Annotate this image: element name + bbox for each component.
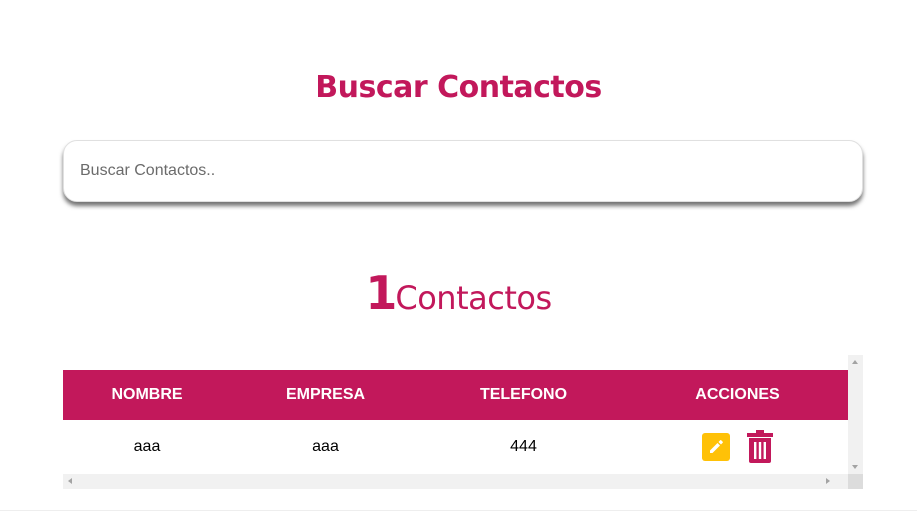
contacts-count: 1 <box>365 266 397 320</box>
column-header-empresa: EMPRESA <box>285 386 366 403</box>
trash-icon <box>746 430 773 463</box>
contacts-count-heading: 1Contactos <box>0 264 917 327</box>
scrollbar-corner <box>848 474 863 489</box>
contacts-count-label: Contactos <box>395 279 552 317</box>
page: Buscar Contactos 1Contactos NOMBRE EMPRE… <box>0 0 917 512</box>
horizontal-scrollbar[interactable] <box>63 474 848 489</box>
search-input[interactable] <box>64 141 862 201</box>
table-header-row: NOMBRE EMPRESA TELEFONO ACCIONES <box>63 370 848 420</box>
cell-acciones <box>627 420 848 474</box>
scroll-up-icon[interactable] <box>852 360 858 364</box>
search-box[interactable] <box>63 140 863 202</box>
page-title: Buscar Contactos <box>315 70 602 105</box>
delete-button[interactable] <box>746 430 774 464</box>
divider <box>0 510 917 511</box>
contacts-table-container: NOMBRE EMPRESA TELEFONO ACCIONES aaa aaa… <box>63 355 863 489</box>
cell-empresa: aaa <box>312 438 339 455</box>
scroll-down-icon[interactable] <box>852 465 858 469</box>
edit-button[interactable] <box>701 433 730 461</box>
row-actions <box>701 430 774 464</box>
table-row: aaa aaa 444 <box>63 420 848 474</box>
cell-telefono: 444 <box>510 438 537 455</box>
contacts-table: NOMBRE EMPRESA TELEFONO ACCIONES aaa aaa… <box>63 370 848 474</box>
column-header-telefono: TELEFONO <box>479 386 568 403</box>
scroll-right-icon[interactable] <box>826 478 830 484</box>
cell-nombre: aaa <box>133 438 161 455</box>
vertical-scrollbar[interactable] <box>848 355 863 474</box>
table-viewport: NOMBRE EMPRESA TELEFONO ACCIONES aaa aaa… <box>63 355 848 474</box>
column-header-nombre: NOMBRE <box>111 386 183 403</box>
pencil-icon <box>709 440 723 453</box>
scroll-left-icon[interactable] <box>68 478 72 484</box>
column-header-acciones: ACCIONES <box>695 386 780 403</box>
